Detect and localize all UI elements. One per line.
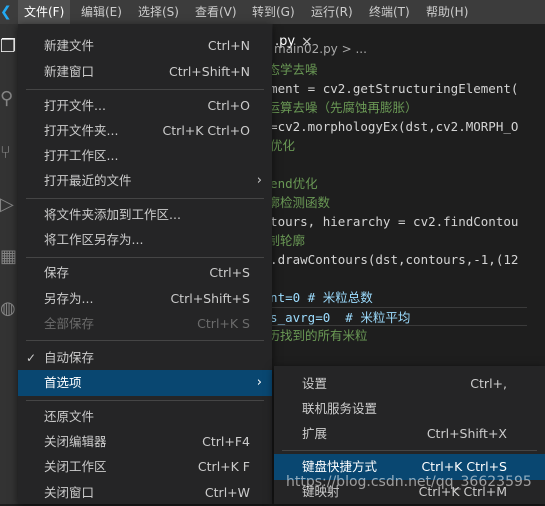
code-line: v2.drawContours(dst,contours,-1,(12: [255, 252, 519, 267]
menu-item-shortcut: Ctrl+Shift+N: [169, 64, 250, 79]
code-line: 轮廓检测函数: [255, 195, 331, 210]
file-menu: 新建文件 Ctrl+N 新建窗口 Ctrl+Shift+N 打开文件... Ctrl+…: [18, 24, 272, 504]
menu-item-extensions[interactable]: 扩展 Ctrl+Shift+X: [274, 421, 545, 447]
checkmark-icon: ✓: [26, 351, 37, 365]
code-line: * end优化: [255, 176, 318, 191]
menu-item-label: 首选项: [44, 375, 82, 390]
code-line: 形态学去噪: [255, 62, 318, 77]
menu-separator: [26, 89, 264, 90]
code-line: st=cv2.morphologyEx(dst,cv2.MORPH_O: [255, 119, 519, 134]
menu-item-shortcut: Ctrl+N: [207, 38, 250, 53]
breadcrumb-text: main02.py > ...: [274, 42, 367, 56]
menu-item-label: 自动保存: [44, 350, 95, 365]
extensions-icon[interactable]: ▦: [0, 244, 18, 270]
menubar: ❮ 文件(F) 编辑(E) 选择(S) 查看(V) 转到(G) 运行(R) 终端…: [0, 0, 545, 24]
menu-item-label: 联机服务设置: [302, 401, 378, 416]
menu-item-label: 扩展: [302, 426, 328, 441]
menu-item-close-window[interactable]: 关闭窗口 Ctrl+W: [18, 480, 272, 506]
menu-item-label: 保存: [44, 265, 70, 280]
menu-item-label: 全部保存: [44, 316, 95, 331]
run-debug-icon[interactable]: ▷: [0, 192, 18, 218]
menu-item-label: 打开最近的文件: [44, 173, 132, 188]
menu-item-close-workspace[interactable]: 关闭工作区 Ctrl+K F: [18, 454, 272, 480]
activity-bar: ❐ ⚲ ⑂ ▷ ▦ ◍: [0, 24, 18, 504]
menu-item-new-window[interactable]: 新建窗口 Ctrl+Shift+N: [18, 59, 272, 85]
menu-file[interactable]: 文件(F): [18, 0, 71, 24]
menu-separator: [26, 257, 264, 258]
remote-explorer-icon[interactable]: ◍: [0, 296, 18, 322]
menu-item-shortcut: Ctrl+Shift+S: [170, 291, 250, 306]
watermark: https://blog.csdn.net/qq_36623595: [286, 474, 532, 490]
menu-separator: [282, 450, 537, 451]
menu-view[interactable]: 查看(V): [189, 0, 243, 24]
menu-item-label: 另存为...: [44, 291, 94, 306]
menu-item-label: 还原文件: [44, 409, 95, 424]
menu-item-save-workspace-as[interactable]: 将工作区另存为...: [18, 227, 272, 253]
search-icon[interactable]: ⚲: [0, 86, 18, 112]
menu-item-save[interactable]: 保存 Ctrl+S: [18, 260, 272, 286]
menu-item-label: 打开文件夹...: [44, 123, 119, 138]
menu-item-shortcut: Ctrl+K Ctrl+O: [162, 123, 250, 138]
menu-separator: [26, 340, 264, 341]
code-line: ontours, hierarchy = cv2.findContou: [255, 214, 519, 229]
menu-run[interactable]: 运行(R): [305, 0, 359, 24]
menu-item-revert-file[interactable]: 还原文件: [18, 404, 272, 430]
menu-item-label: 将文件夹添加到工作区...: [44, 207, 181, 222]
source-control-icon[interactable]: ⑂: [0, 140, 18, 166]
menu-item-online-services-settings[interactable]: 联机服务设置: [274, 396, 545, 422]
menu-item-settings[interactable]: 设置 Ctrl+,: [274, 371, 545, 397]
files-icon[interactable]: ❐: [0, 34, 18, 60]
menu-item-label: 设置: [302, 376, 328, 391]
menu-item-save-as[interactable]: 另存为... Ctrl+Shift+S: [18, 286, 272, 312]
menu-item-label: 将工作区另存为...: [44, 232, 144, 247]
code-line: * 优化: [255, 138, 296, 153]
menu-item-save-all: 全部保存 Ctrl+K S: [18, 311, 272, 337]
code-line: lement = cv2.getStructuringElement(: [255, 81, 519, 96]
menu-item-shortcut: Ctrl+S: [209, 265, 250, 280]
menu-item-label: 打开工作区...: [44, 148, 119, 163]
code-line: 绘制轮廓: [255, 233, 306, 248]
menu-item-label: 打开文件...: [44, 98, 106, 113]
vscode-logo-icon: ❮: [0, 4, 12, 20]
chevron-right-icon: ›: [256, 173, 262, 188]
menu-item-auto-save[interactable]: ✓ 自动保存: [18, 345, 272, 371]
menu-edit[interactable]: 编辑(E): [75, 0, 128, 24]
menu-item-preferences[interactable]: 首选项 ›: [18, 370, 272, 396]
menu-terminal[interactable]: 终端(T): [363, 0, 416, 24]
menu-go[interactable]: 转到(G): [246, 0, 301, 24]
menu-separator: [26, 198, 264, 199]
code-line: 开运算去噪（先腐蚀再膨胀）: [255, 100, 418, 115]
menu-help[interactable]: 帮助(H): [420, 0, 474, 24]
menu-item-label: 关闭编辑器: [44, 434, 107, 449]
menu-item-label: 关闭工作区: [44, 459, 107, 474]
menu-item-shortcut: Ctrl+,: [470, 376, 507, 391]
code-line: res_avrg=0 # 米粒平均: [255, 307, 527, 326]
menu-item-label: 新建窗口: [44, 64, 95, 79]
menu-item-new-file[interactable]: 新建文件 Ctrl+N: [18, 33, 272, 59]
code-editor[interactable]: 形态学去噪 lement = cv2.getStructuringElement…: [255, 60, 527, 345]
menu-item-shortcut: Ctrl+O: [207, 98, 250, 113]
menu-item-open-folder[interactable]: 打开文件夹... Ctrl+K Ctrl+O: [18, 118, 272, 144]
code-line: ount=0 # 米粒总数: [255, 290, 373, 305]
menu-item-add-folder-to-workspace[interactable]: 将文件夹添加到工作区...: [18, 202, 272, 228]
menu-item-shortcut: Ctrl+F4: [202, 434, 250, 449]
menu-item-close-editor[interactable]: 关闭编辑器 Ctrl+F4: [18, 429, 272, 455]
menu-item-shortcut: Ctrl+Shift+X: [426, 426, 507, 441]
code-line: 遍历找到的所有米粒: [255, 328, 368, 343]
menu-item-shortcut: Ctrl+K F: [197, 459, 250, 474]
menu-item-label: 新建文件: [44, 38, 95, 53]
chevron-right-icon: ›: [256, 375, 262, 390]
menu-item-shortcut: Ctrl+K S: [197, 316, 250, 331]
menu-item-open-recent[interactable]: 打开最近的文件 ›: [18, 168, 272, 194]
menu-item-open-workspace[interactable]: 打开工作区...: [18, 143, 272, 169]
menu-selection[interactable]: 选择(S): [132, 0, 185, 24]
menu-item-open-file[interactable]: 打开文件... Ctrl+O: [18, 93, 272, 119]
menu-item-shortcut: Ctrl+W: [204, 485, 250, 500]
menu-item-label: 关闭窗口: [44, 485, 95, 500]
menu-separator: [26, 400, 264, 401]
